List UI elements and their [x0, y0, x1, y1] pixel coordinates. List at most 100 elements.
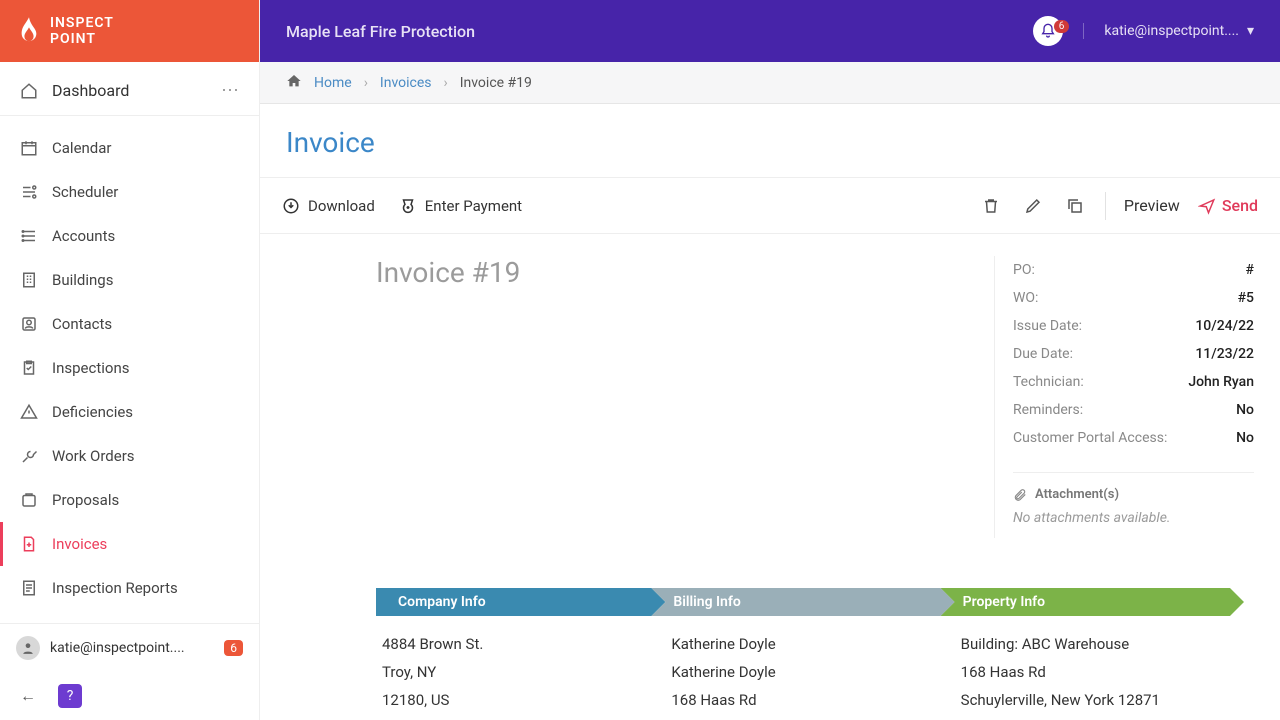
sidebar-item-label: Inspections: [52, 359, 129, 377]
sidebar-notif-badge: 6: [224, 640, 243, 656]
sidebar-item-label: Invoices: [52, 535, 107, 553]
property-street: 168 Haas Rd: [961, 658, 1244, 686]
brand-line2: POINT: [50, 31, 114, 47]
trash-icon: [982, 197, 1000, 215]
billing-contact: Katherine Doyle: [671, 658, 954, 686]
flame-icon: [18, 17, 40, 45]
company-zip: 12180, US: [382, 686, 665, 714]
collapse-sidebar-icon[interactable]: ←: [20, 686, 36, 706]
portal-label: Customer Portal Access:: [1013, 430, 1167, 446]
payment-icon: [399, 197, 417, 215]
billing-street: 168 Haas Rd: [671, 686, 954, 714]
portal-value: No: [1236, 430, 1254, 446]
copy-icon: [1066, 197, 1084, 215]
more-options-icon[interactable]: ⋯: [221, 80, 239, 101]
sidebar-nav: Calendar Scheduler Accounts Buildings Contac…: [0, 116, 259, 623]
deficiencies-icon: [20, 403, 38, 421]
sidebar-item-inspections[interactable]: Inspections: [0, 346, 259, 390]
invoices-icon: [20, 535, 38, 553]
sidebar-user-row[interactable]: katie@inspectpoint.... 6: [0, 623, 259, 672]
dashboard-label: Dashboard: [52, 81, 129, 100]
sidebar-item-deficiencies[interactable]: Deficiencies: [0, 390, 259, 434]
company-city: Troy, NY: [382, 658, 665, 686]
breadcrumb-home[interactable]: Home: [314, 75, 352, 91]
sidebar-item-buildings[interactable]: Buildings: [0, 258, 259, 302]
accounts-icon: [20, 227, 38, 245]
help-button[interactable]: ?: [58, 684, 82, 708]
reminders-value: No: [1236, 402, 1254, 418]
sidebar-dashboard-row[interactable]: Dashboard ⋯: [0, 62, 259, 116]
download-label: Download: [308, 197, 375, 215]
sidebar-item-label: Buildings: [52, 271, 113, 289]
brand-line1: INSPECT: [50, 15, 114, 31]
sidebar-item-label: Accounts: [52, 227, 115, 245]
page-title: Invoice: [286, 126, 1254, 159]
enter-payment-label: Enter Payment: [425, 197, 522, 215]
company-info-section: Company Info 4884 Brown St. Troy, NY 121…: [376, 588, 665, 720]
sidebar-item-label: Contacts: [52, 315, 112, 333]
proposals-icon: [20, 491, 38, 509]
sidebar-item-reports[interactable]: Inspection Reports: [0, 566, 259, 610]
invoice-number-title: Invoice #19: [286, 256, 994, 538]
technician-label: Technician:: [1013, 374, 1084, 390]
send-icon: [1198, 197, 1216, 215]
scheduler-icon: [20, 183, 38, 201]
property-building: Building: ABC Warehouse: [961, 630, 1244, 658]
due-date-value: 11/23/22: [1195, 346, 1254, 362]
sidebar-item-label: Deficiencies: [52, 403, 133, 421]
delete-button[interactable]: [979, 194, 1003, 218]
sidebar-item-label: Inspection Reports: [52, 579, 178, 597]
sidebar-item-calendar[interactable]: Calendar: [0, 126, 259, 170]
company-street: 4884 Brown St.: [382, 630, 665, 658]
billing-info-heading: Billing Info: [651, 588, 954, 616]
sidebar-item-label: Calendar: [52, 139, 112, 157]
preview-button[interactable]: Preview: [1124, 196, 1180, 215]
enter-payment-button[interactable]: Enter Payment: [399, 197, 522, 215]
download-icon: [282, 197, 300, 215]
attachments-heading: Attachment(s): [1035, 487, 1119, 502]
brand-logo[interactable]: INSPECTPOINT: [0, 0, 259, 62]
attachments-empty: No attachments available.: [1013, 502, 1254, 526]
notifications-button[interactable]: 6: [1033, 16, 1063, 46]
main-area: Maple Leaf Fire Protection 6 katie@inspe…: [260, 0, 1280, 720]
avatar: [16, 636, 40, 660]
sidebar-item-scheduler[interactable]: Scheduler: [0, 170, 259, 214]
po-value: #: [1246, 262, 1254, 278]
workorders-icon: [20, 447, 38, 465]
breadcrumb-current: Invoice #19: [460, 75, 532, 91]
home-outline-icon: [20, 82, 38, 100]
sidebar: INSPECTPOINT Dashboard ⋯ Calendar Schedul…: [0, 0, 260, 720]
property-info-section: Property Info Building: ABC Warehouse 16…: [955, 588, 1244, 720]
due-date-label: Due Date:: [1013, 346, 1073, 362]
company-info-heading: Company Info: [376, 588, 665, 616]
property-city: Schuylerville, New York 12871: [961, 686, 1244, 714]
calendar-icon: [20, 139, 38, 157]
contacts-icon: [20, 315, 38, 333]
send-label: Send: [1222, 196, 1258, 215]
buildings-icon: [20, 271, 38, 289]
inspections-icon: [20, 359, 38, 377]
chevron-down-icon: ▾: [1247, 23, 1254, 39]
sidebar-item-accounts[interactable]: Accounts: [0, 214, 259, 258]
sidebar-item-proposals[interactable]: Proposals: [0, 478, 259, 522]
issue-date-label: Issue Date:: [1013, 318, 1082, 334]
company-name: Maple Leaf Fire Protection: [286, 22, 475, 41]
edit-button[interactable]: [1021, 194, 1045, 218]
sidebar-item-invoices[interactable]: Invoices: [0, 522, 259, 566]
page-title-area: Invoice: [260, 104, 1280, 178]
breadcrumb-invoices[interactable]: Invoices: [380, 75, 432, 91]
po-label: PO:: [1013, 262, 1035, 278]
sidebar-user-email: katie@inspectpoint....: [50, 640, 185, 656]
sidebar-item-workorders[interactable]: Work Orders: [0, 434, 259, 478]
billing-name: Katherine Doyle: [671, 630, 954, 658]
invoice-toolbar: Download Enter Payment Preview Send: [260, 178, 1280, 234]
user-menu[interactable]: katie@inspectpoint.... ▾: [1083, 23, 1254, 39]
duplicate-button[interactable]: [1063, 194, 1087, 218]
download-button[interactable]: Download: [282, 197, 375, 215]
breadcrumb-sep: ›: [444, 75, 448, 91]
home-icon[interactable]: [286, 73, 302, 93]
pencil-icon: [1024, 197, 1042, 215]
sidebar-item-contacts[interactable]: Contacts: [0, 302, 259, 346]
send-button[interactable]: Send: [1198, 196, 1258, 215]
toolbar-separator: [1105, 192, 1106, 220]
